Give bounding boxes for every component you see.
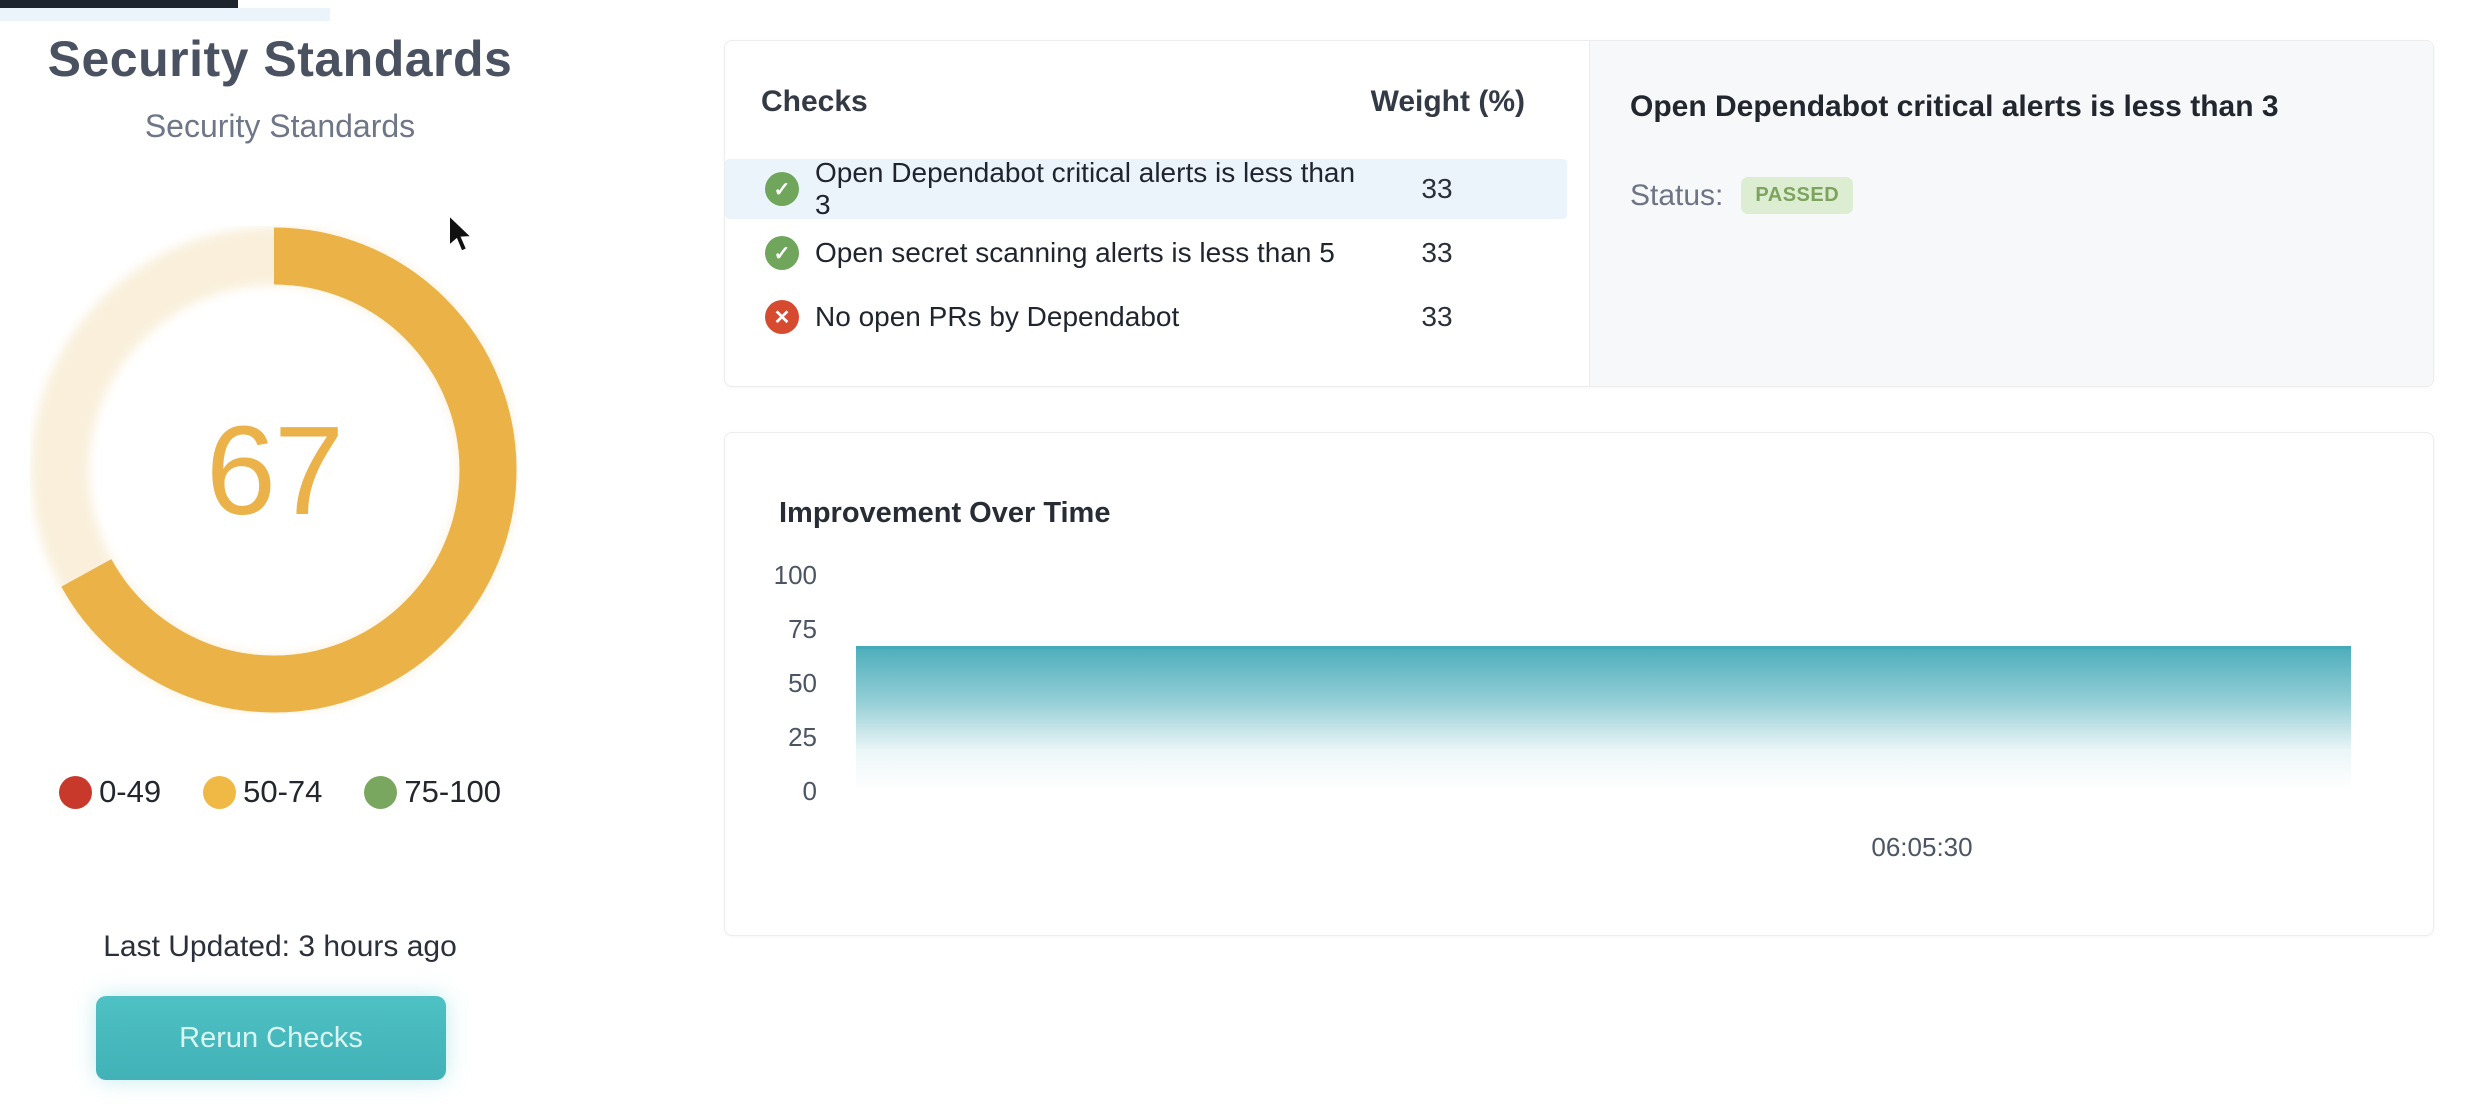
legend-dot-green	[364, 776, 397, 809]
mouse-cursor	[446, 214, 480, 258]
check-rows: ✓ Open Dependabot critical alerts is les…	[725, 159, 1589, 351]
rerun-checks-button[interactable]: Rerun Checks	[96, 996, 446, 1080]
check-details-panel: Open Dependabot critical alerts is less …	[1589, 41, 2433, 386]
last-updated-text: Last Updated: 3 hours ago	[0, 930, 560, 964]
y-axis-tick: 50	[745, 668, 817, 698]
score-gauge: 67	[30, 226, 518, 714]
check-passed-icon: ✓	[765, 172, 799, 206]
check-weight: 33	[1357, 237, 1517, 269]
checks-table: Checks Weight (%) ✓ Open Dependabot crit…	[725, 41, 1589, 386]
y-axis-tick: 75	[745, 614, 817, 644]
checks-table-header: Checks Weight (%)	[725, 41, 1589, 119]
y-axis-tick: 0	[745, 776, 817, 806]
check-weight: 33	[1357, 301, 1517, 333]
status-badge: PASSED	[1741, 177, 1853, 214]
y-axis-tick: 100	[745, 560, 817, 590]
score-value: 67	[30, 226, 518, 714]
status-row: Status: PASSED	[1630, 177, 2393, 214]
check-failed-icon: ✕	[765, 300, 799, 334]
legend-label: 0-49	[99, 774, 161, 810]
check-row-dependabot-critical[interactable]: ✓ Open Dependabot critical alerts is les…	[725, 159, 1567, 219]
legend-label: 75-100	[404, 774, 501, 810]
check-glyph: ✕	[774, 305, 791, 330]
check-details-title: Open Dependabot critical alerts is less …	[1630, 89, 2393, 125]
check-passed-icon: ✓	[765, 236, 799, 270]
score-legend: 0-49 50-74 75-100	[0, 774, 560, 810]
page-subtitle: Security Standards	[0, 108, 560, 145]
legend-dot-red	[59, 776, 92, 809]
legend-label: 50-74	[243, 774, 322, 810]
check-label: No open PRs by Dependabot	[815, 301, 1357, 333]
improvement-chart-card: Improvement Over Time 100 75 50 25 0 06:…	[724, 432, 2434, 936]
check-label: Open secret scanning alerts is less than…	[815, 237, 1357, 269]
check-weight: 33	[1357, 173, 1517, 205]
score-panel: Security Standards Security Standards 67…	[0, 0, 560, 1120]
x-axis-tick: 06:05:30	[1842, 832, 2002, 863]
status-label: Status:	[1630, 179, 1723, 213]
check-row-secret-scanning[interactable]: ✓ Open secret scanning alerts is less th…	[725, 223, 1567, 283]
checks-column-header: Checks	[761, 85, 868, 119]
check-glyph: ✓	[774, 177, 791, 202]
check-row-open-prs[interactable]: ✕ No open PRs by Dependabot 33	[725, 287, 1567, 347]
checks-card: Checks Weight (%) ✓ Open Dependabot crit…	[724, 40, 2434, 387]
check-glyph: ✓	[774, 241, 791, 266]
legend-item-high: 75-100	[364, 774, 501, 810]
weight-column-header: Weight (%)	[1371, 85, 1525, 119]
legend-item-low: 0-49	[59, 774, 161, 810]
check-label: Open Dependabot critical alerts is less …	[815, 157, 1357, 221]
chart-plot-area	[856, 575, 2351, 791]
area-series-fill	[856, 646, 2351, 791]
legend-item-mid: 50-74	[203, 774, 322, 810]
page-title: Security Standards	[0, 30, 560, 88]
chart-title: Improvement Over Time	[779, 497, 1110, 530]
y-axis-tick: 25	[745, 722, 817, 752]
legend-dot-amber	[203, 776, 236, 809]
